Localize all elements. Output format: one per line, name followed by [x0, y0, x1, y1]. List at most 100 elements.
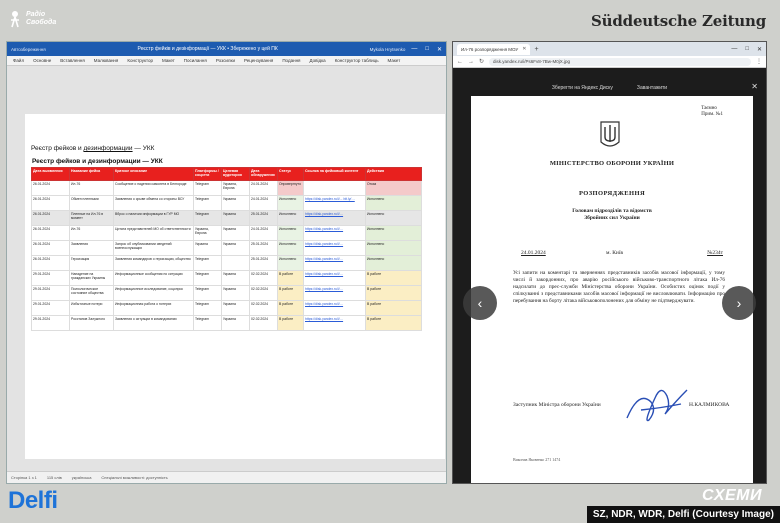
back-icon[interactable]: ←: [457, 59, 463, 65]
word-window-controls: — □ ✕: [411, 46, 442, 53]
table-cell[interactable]: https://disk.yandex.ru/i/…: [303, 300, 366, 316]
previous-image-button[interactable]: ‹: [463, 286, 497, 320]
table-cell: Нападение на гражданских Украины: [69, 270, 114, 286]
table-cell: Украина: [221, 195, 250, 211]
column-header: Дата выявления: [31, 167, 70, 181]
reload-icon[interactable]: ↻: [479, 58, 484, 65]
ribbon-tab[interactable]: Малювання: [94, 58, 119, 63]
table-cell: Исполнено: [365, 255, 422, 271]
ribbon-tab[interactable]: Конструктор: [127, 58, 153, 63]
ribbon-tab[interactable]: Конструктор таблиць: [335, 58, 379, 63]
word-canvas: Реєстр фейков и дезинформации — УКК Реєс…: [7, 66, 446, 471]
table-cell: Telegram: [193, 270, 222, 286]
table-cell: Заявления командиров о героизации, общес…: [113, 255, 194, 271]
ribbon-tab[interactable]: Подання: [282, 58, 300, 63]
fake-registry-table: Дата выявления Название фейка Краткое опис…: [31, 167, 422, 331]
maximize-icon[interactable]: □: [425, 46, 429, 53]
order-heading: РОЗПОРЯДЖЕННЯ: [578, 190, 646, 197]
table-cell[interactable]: https://disk.yandex.ru/i/…: [303, 255, 366, 271]
table-cell[interactable]: https://disk.yandex.ru/i/…: [303, 270, 366, 286]
table-cell: Telegram: [193, 300, 222, 316]
next-image-button[interactable]: ›: [722, 286, 756, 320]
table-cell: Отказ: [365, 180, 422, 196]
table-cell: 26.01.2024: [31, 180, 70, 196]
status-item: українська: [71, 475, 92, 480]
table-cell: 26.01.2024: [31, 225, 70, 241]
table-title: Реєстр фейков и дезинформации — УКК: [32, 158, 163, 165]
table-cell: Вброс о наличии информации в ГУР МО: [113, 210, 194, 226]
table-cell: Telegram: [193, 180, 222, 196]
table-row: 26.01.2024 Заявления Запрос об опубликован…: [31, 240, 422, 256]
table-cell: 26.01.2024: [31, 240, 70, 256]
table-cell[interactable]: https://disk.yandex.ru/i/…: [303, 285, 366, 301]
table-cell[interactable]: https://disk.yandex.ru/i/…: [303, 225, 366, 241]
close-icon[interactable]: ✕: [757, 46, 762, 53]
word-user[interactable]: Mykola Hrytsenko: [370, 47, 406, 52]
delfi-logo: Delfi: [8, 487, 58, 514]
ribbon-tab[interactable]: Макет: [388, 58, 401, 63]
table-cell: 02.02.2024: [249, 285, 278, 301]
viewer-close-icon[interactable]: ✕: [751, 82, 758, 91]
new-tab-icon[interactable]: +: [534, 46, 538, 53]
close-icon[interactable]: ✕: [437, 46, 442, 53]
column-header: Действия: [365, 167, 422, 181]
menu-dots-icon[interactable]: ⋮: [756, 58, 762, 65]
ribbon-tab[interactable]: Основне: [33, 58, 51, 63]
browser-window-controls: — □ ✕: [731, 46, 762, 53]
ribbon-tab[interactable]: Розсилки: [216, 58, 235, 63]
ribbon-tab[interactable]: Вставлення: [60, 58, 85, 63]
table-row: 26.01.2024 Ил-76 Сообщение о падении самол…: [31, 180, 422, 196]
ribbon-tab[interactable]: Рецензування: [244, 58, 273, 63]
browser-toolbar: ← → ↻ disk.yandex.ru/i/Ps6Fv8-7Bw-M0jX.j…: [453, 56, 766, 68]
sz-logo: Süddeutsche Zeitung: [591, 12, 766, 30]
maximize-icon[interactable]: □: [745, 46, 749, 53]
addressee-line1: Головам підрозділів та відомств: [572, 208, 652, 214]
column-header: Целевая аудитория: [221, 167, 250, 181]
download-button[interactable]: Завантажити: [637, 85, 667, 91]
table-cell: Telegram: [193, 195, 222, 211]
column-header: Платформы / соцсети: [193, 167, 222, 181]
ribbon-tab[interactable]: Файл: [13, 58, 24, 63]
browser-tab[interactable]: Ил-76 розпорядження МОУ ✕: [457, 43, 531, 55]
table-cell: Информационное исследование, соцопрос: [113, 285, 194, 301]
minimize-icon[interactable]: —: [731, 46, 737, 53]
table-cell: 24.01.2024: [249, 180, 278, 196]
table-cell[interactable]: https://disk.yandex.ru/i/…: [303, 315, 366, 331]
doc-heading-post: — УКК: [132, 145, 155, 152]
table-cell[interactable]: https://disk.yandex.ru/i/…: [303, 240, 366, 256]
table-cell: 02.02.2024: [249, 300, 278, 316]
column-header: Краткое описание: [113, 167, 194, 181]
trident-emblem-icon: [600, 121, 620, 147]
radio-svoboda-logo: Радіо Свобода: [8, 10, 56, 28]
minimize-icon[interactable]: —: [411, 46, 417, 53]
table-cell[interactable]: https://disk.yandex.ru/i/…: [303, 210, 366, 226]
autosave-toggle[interactable]: Автозбереження: [11, 47, 46, 52]
viewer-actions: Зберегти на Яндекс Диску Завантажити: [453, 82, 766, 94]
table-cell: Заявления о ситуации в командовании: [113, 315, 194, 331]
radio-svoboda-line2: Свобода: [26, 19, 57, 26]
table-cell: Исполнено: [365, 240, 422, 256]
order-document: Таємно Прим. №1 МІНІСТЕРСТВО ОБОРОНИ УКР…: [471, 96, 753, 483]
ribbon-tab[interactable]: Довідка: [310, 58, 326, 63]
table-cell: Украина: [221, 225, 250, 241]
table-cell[interactable]: https://disk.yandex.ru/i/... bit.ly/…: [303, 195, 366, 211]
address-bar[interactable]: disk.yandex.ru/i/Ps6Fv8-7Bw-M0jX.jpg: [489, 57, 751, 66]
table-cell: 29.01.2024: [31, 300, 70, 316]
order-number: №234т: [707, 250, 723, 256]
column-header: Дата обнаружения: [249, 167, 278, 181]
tab-close-icon[interactable]: ✕: [522, 46, 526, 52]
status-item: Сторінка 1 з 1: [11, 475, 37, 480]
addressee-line2: Збройних сил України: [584, 215, 640, 221]
table-cell: Telegram: [193, 210, 222, 226]
ribbon-tab[interactable]: Посилання: [184, 58, 207, 63]
table-cell: Telegram: [193, 315, 222, 331]
forward-icon[interactable]: →: [468, 59, 474, 65]
save-to-disk-button[interactable]: Зберегти на Яндекс Диску: [552, 85, 613, 91]
table-cell: Украина: [221, 210, 250, 226]
ribbon-tab[interactable]: Макет: [162, 58, 175, 63]
table-cell: В работе: [277, 270, 304, 286]
table-cell: Цитата представителей МО об ответственно…: [113, 225, 194, 241]
table-cell[interactable]: [303, 180, 366, 196]
radio-svoboda-logo-icon: [11, 11, 19, 28]
table-cell: Опровергнуто: [277, 180, 304, 196]
